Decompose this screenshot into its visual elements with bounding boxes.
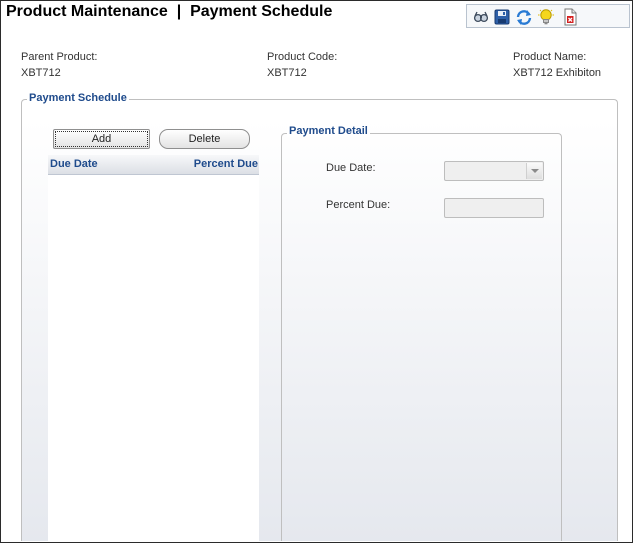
due-date-select[interactable]	[444, 161, 544, 181]
delete-document-icon[interactable]	[561, 8, 579, 26]
payment-schedule-legend: Payment Schedule	[27, 92, 129, 104]
chevron-down-icon[interactable]	[526, 163, 542, 179]
product-name-label: Product Name:	[513, 51, 587, 63]
product-name-value: XBT712 Exhibiton	[513, 67, 602, 79]
percent-due-input[interactable]	[444, 198, 544, 218]
parent-product-value: XBT712	[21, 67, 61, 79]
column-header-due-date[interactable]: Due Date	[50, 158, 98, 170]
payment-detail-legend: Payment Detail	[287, 125, 370, 137]
save-icon[interactable]	[493, 8, 511, 26]
toolbar	[466, 4, 630, 28]
delete-button[interactable]: Delete	[159, 129, 250, 149]
grid-header: Due Date Percent Due	[48, 155, 259, 175]
page-title: Product Maintenance | Payment Schedule	[6, 3, 333, 20]
refresh-icon[interactable]	[515, 8, 533, 26]
percent-due-label: Percent Due:	[326, 199, 391, 211]
payment-schedule-grid[interactable]: Due Date Percent Due	[48, 155, 259, 541]
lightbulb-icon[interactable]	[537, 8, 555, 26]
column-header-percent-due[interactable]: Percent Due	[194, 158, 258, 170]
product-maintenance-window: Product Maintenance | Payment Schedule P…	[0, 0, 633, 543]
product-code-label: Product Code:	[267, 51, 338, 63]
search-icon[interactable]	[472, 8, 490, 26]
payment-detail-group	[281, 133, 562, 541]
parent-product-label: Parent Product:	[21, 51, 98, 63]
product-code-value: XBT712	[267, 67, 307, 79]
due-date-label: Due Date:	[326, 162, 376, 174]
add-button[interactable]: Add	[53, 129, 150, 149]
